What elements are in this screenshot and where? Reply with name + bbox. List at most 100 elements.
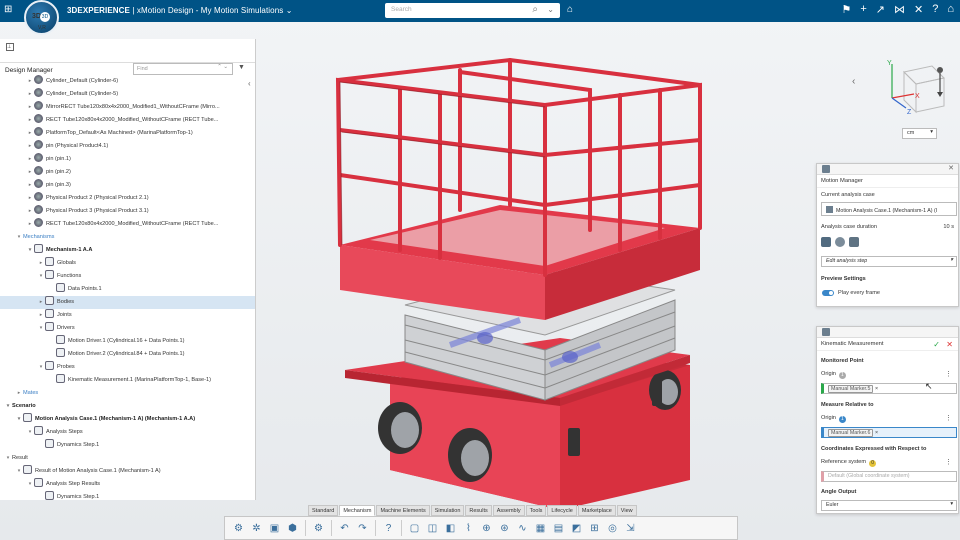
tab-simulation[interactable]: Simulation	[430, 505, 465, 516]
expand-icon[interactable]: ▸	[26, 127, 34, 140]
expand-open-icon[interactable]: ▾	[15, 413, 23, 426]
tree-item[interactable]: ▸ Globals	[0, 257, 255, 270]
more-icon[interactable]: ⋮	[945, 414, 952, 422]
share-icon[interactable]: ↗	[876, 3, 885, 16]
tab-assembly[interactable]: Assembly	[492, 505, 525, 516]
expand-icon[interactable]: ▸	[26, 140, 34, 153]
tree-item[interactable]: ▸ RECT Tube120x80x4x2000_Modified_Without…	[0, 114, 255, 127]
expand-open-icon[interactable]: ▾	[26, 426, 34, 439]
filter-icon[interactable]: ▼	[238, 64, 245, 71]
motor-icon[interactable]: ⊛	[497, 521, 512, 536]
expand-open-icon[interactable]: ▾	[4, 400, 12, 413]
tag-icon[interactable]: ⌂	[567, 4, 573, 15]
expand-open-icon[interactable]: ▾	[37, 361, 45, 374]
tree-item[interactable]: Data Points.1	[0, 283, 255, 296]
tree-item[interactable]: ▾ Motion Analysis Case.1 (Mechanism-1 A) …	[0, 413, 255, 426]
help-icon[interactable]: ?	[932, 3, 938, 16]
tree-item[interactable]: ▾ Analysis Step Results	[0, 478, 255, 491]
cube-gear-icon[interactable]: ⬢	[285, 521, 300, 536]
expand-icon[interactable]: ▸	[26, 166, 34, 179]
remove-icon[interactable]: ×	[875, 430, 878, 436]
view-compass[interactable]: Y X Z	[884, 58, 954, 118]
tree-item[interactable]: Motion Driver.2 (Cylindrical.84 + Data P…	[0, 348, 255, 361]
tab-marketplace[interactable]: Marketplace	[577, 505, 616, 516]
expand-open-icon[interactable]: ▾	[26, 244, 34, 257]
tree-item[interactable]: ▾ Mechanisms	[0, 231, 255, 244]
export-icon[interactable]: ⇲	[623, 521, 638, 536]
expand-icon[interactable]: ▸	[37, 257, 45, 270]
tree-item[interactable]: ▾ Mechanism-1 A.A	[0, 244, 255, 257]
expand-open-icon[interactable]: ▾	[4, 452, 12, 465]
3d-viewport[interactable]	[256, 22, 816, 520]
tree-item[interactable]: ▸ pin (Physical Product4.1)	[0, 140, 255, 153]
tree-item[interactable]: ▾ Scenario	[0, 400, 255, 413]
angle-output-select[interactable]: Euler ▾	[821, 500, 957, 511]
tree-item[interactable]: Kinematic Measurement.1 (MarinaPlatformT…	[0, 374, 255, 387]
units-select[interactable]: cm ▾	[902, 128, 937, 139]
tab-standard[interactable]: Standard	[308, 505, 339, 516]
grid-icon[interactable]: ▦	[533, 521, 548, 536]
redo-icon[interactable]: ↷	[355, 521, 370, 536]
search-dropdown-icon[interactable]: ⌄	[547, 5, 554, 14]
nav-back-icon[interactable]: ‹	[852, 76, 855, 87]
add-icon[interactable]: +	[860, 3, 866, 16]
expand-open-icon[interactable]: ▾	[15, 231, 23, 244]
tree-item[interactable]: ▸ Joints	[0, 309, 255, 322]
expand-icon[interactable]: ▸	[26, 205, 34, 218]
tree-item[interactable]: ▾ Analysis Steps	[0, 426, 255, 439]
box-icon[interactable]: ◫	[425, 521, 440, 536]
tree-item[interactable]: Dynamics Step.1	[0, 439, 255, 452]
edit-case-icon[interactable]	[849, 237, 859, 247]
measure-icon[interactable]: ⊞	[587, 521, 602, 536]
reference-field[interactable]: Default (Global coordinate system)	[821, 471, 957, 482]
undo-icon[interactable]: ↶	[337, 521, 352, 536]
tree-item[interactable]: ▾ Drivers	[0, 322, 255, 335]
play-every-frame-toggle[interactable]	[822, 290, 834, 296]
remove-icon[interactable]: ×	[875, 386, 878, 392]
ok-icon[interactable]: ✓	[933, 340, 940, 349]
tree-item[interactable]: ▾ Result of Motion Analysis Case.1 (Mecha…	[0, 465, 255, 478]
expand-icon[interactable]: ▸	[26, 101, 34, 114]
expand-icon[interactable]: ▸	[26, 153, 34, 166]
home-icon[interactable]: ⌂	[947, 3, 954, 16]
plane-icon[interactable]: ◧	[443, 521, 458, 536]
expand-icon[interactable]: ▸	[26, 179, 34, 192]
expand-icon[interactable]: ▸	[26, 75, 34, 88]
help-icon[interactable]: ?	[381, 521, 396, 536]
tree-item[interactable]: ▸ Cylinder_Default (Cylinder-5)	[0, 88, 255, 101]
tab-tools[interactable]: Tools	[525, 505, 547, 516]
tab-view[interactable]: View	[616, 505, 637, 516]
close-icon[interactable]: ✕	[948, 164, 954, 172]
joint-icon[interactable]: ⊕	[479, 521, 494, 536]
chart-icon[interactable]: ▤	[551, 521, 566, 536]
gear-alt-icon[interactable]: ✲	[249, 521, 264, 536]
spring-icon[interactable]: ⌇	[461, 521, 476, 536]
tree-item[interactable]: ▸ pin (pin.2)	[0, 166, 255, 179]
tree-item[interactable]: ▸ pin (pin.3)	[0, 179, 255, 192]
tab-lifecycle[interactable]: Lifecycle	[547, 505, 577, 516]
expand-open-icon[interactable]: ▾	[37, 322, 45, 335]
tree-item[interactable]: ▾ Result	[0, 452, 255, 465]
expand-icon[interactable]: ▸	[26, 218, 34, 231]
tab-machine-elements[interactable]: Machine Elements	[376, 505, 430, 516]
more-icon[interactable]: ⋮	[945, 370, 952, 378]
tools-icon[interactable]: ✕	[914, 3, 923, 16]
expand-icon[interactable]: ▸	[37, 296, 45, 309]
search-input[interactable]: Search ⌕ ⌄	[385, 3, 560, 18]
app-context[interactable]: xMotion Design - My Motion Simulations	[137, 6, 284, 15]
compass-logo[interactable]: 3DS 3D V,R	[24, 0, 59, 35]
tree-item[interactable]: Motion Driver.1 (Cylindrical.16 + Data P…	[0, 335, 255, 348]
find-input[interactable]: Find ⌃ ⌄	[133, 63, 233, 75]
settings-icon[interactable]: ⚙	[311, 521, 326, 536]
search-icon[interactable]: ⌕	[532, 4, 538, 15]
cube-icon[interactable]: ▢	[407, 521, 422, 536]
tree-item[interactable]: ▾ Probes	[0, 361, 255, 374]
compass-menu-icon[interactable]: ⊞	[4, 4, 12, 15]
edit-analysis-step-dropdown[interactable]: Edit analysis step ▾	[821, 256, 957, 267]
expand-open-icon[interactable]: ▾	[37, 270, 45, 283]
tree-item[interactable]: ▸ PlatformTop_Default<As Machined> (Marin…	[0, 127, 255, 140]
tree-item[interactable]: ▸ Bodies	[0, 296, 255, 309]
tree-item[interactable]: Dynamics Step.1	[0, 491, 255, 504]
sensor-icon[interactable]: ◎	[605, 521, 620, 536]
tree-item[interactable]: ▸ RECT Tube120x80x4x2000_Modified_Without…	[0, 218, 255, 231]
